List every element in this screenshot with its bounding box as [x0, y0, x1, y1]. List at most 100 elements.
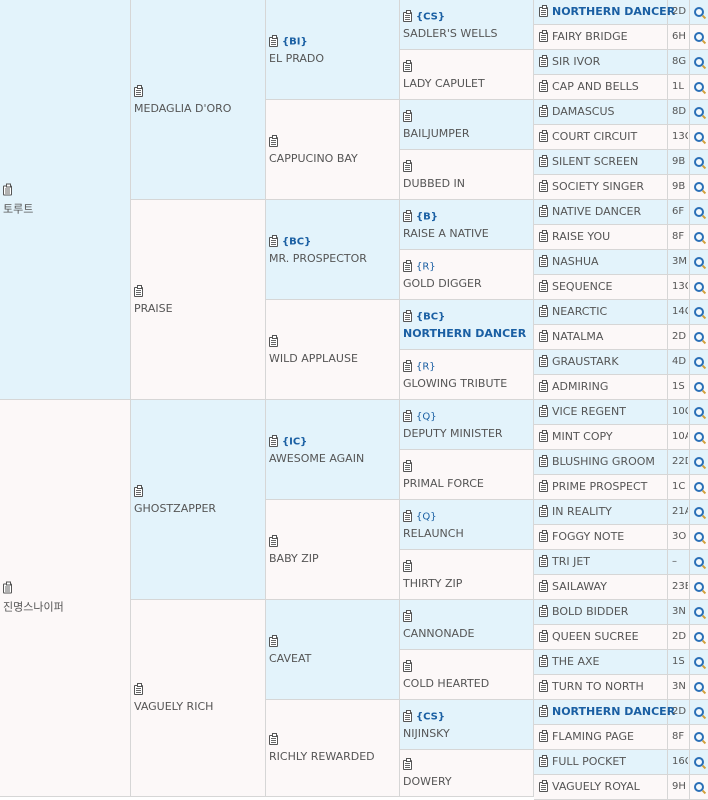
horse-name-link[interactable]: 토루트: [3, 200, 128, 216]
clipboard-icon[interactable]: [539, 105, 548, 117]
clipboard-icon[interactable]: [269, 34, 278, 47]
magnifier-icon[interactable]: [694, 57, 704, 67]
horse-name-cell[interactable]: FAIRY BRIDGE: [534, 25, 668, 50]
horse-name-cell[interactable]: NATIVE DANCER: [534, 200, 668, 225]
horse-name-cell[interactable]: NATALMA: [534, 325, 668, 350]
search-cell[interactable]: [690, 125, 708, 150]
horse-name-link[interactable]: DOWERY: [403, 775, 531, 788]
horse-name-link[interactable]: CAP AND BELLS: [552, 80, 639, 93]
clipboard-icon[interactable]: [403, 359, 412, 372]
clipboard-icon[interactable]: [539, 455, 548, 467]
horse-name-link[interactable]: LADY CAPULET: [403, 77, 531, 90]
clipboard-icon[interactable]: [539, 405, 548, 417]
horse-name-link[interactable]: TRI JET: [552, 555, 590, 568]
horse-name-link[interactable]: BAILJUMPER: [403, 127, 531, 140]
search-cell[interactable]: [690, 375, 708, 400]
magnifier-icon[interactable]: [694, 232, 704, 242]
pedigree-cell-gen2[interactable]: MEDAGLIA D'ORO: [131, 0, 266, 200]
magnifier-icon[interactable]: [694, 157, 704, 167]
horse-name-link[interactable]: GRAUSTARK: [552, 355, 619, 368]
pedigree-cell-gen4[interactable]: {CS} SADLER'S WELLS: [400, 0, 534, 50]
clipboard-icon[interactable]: [269, 733, 278, 745]
clipboard-icon[interactable]: [539, 755, 548, 767]
horse-name-cell[interactable]: TURN TO NORTH: [534, 675, 668, 700]
clipboard-icon[interactable]: [269, 334, 278, 347]
horse-name-cell[interactable]: RAISE YOU: [534, 225, 668, 250]
clipboard-icon[interactable]: [539, 530, 548, 542]
horse-name-link[interactable]: THIRTY ZIP: [403, 577, 531, 590]
search-cell[interactable]: [690, 300, 708, 325]
clipboard-icon[interactable]: [539, 380, 548, 392]
magnifier-icon[interactable]: [694, 282, 704, 292]
clipboard-icon[interactable]: [403, 459, 412, 472]
horse-name-link[interactable]: SADLER'S WELLS: [403, 27, 531, 40]
clipboard-icon[interactable]: [539, 580, 548, 592]
clipboard-icon[interactable]: [539, 330, 548, 342]
horse-name-cell[interactable]: SAILAWAY: [534, 575, 668, 600]
search-cell[interactable]: [690, 25, 708, 50]
clipboard-icon[interactable]: [403, 9, 412, 22]
magnifier-icon[interactable]: [694, 532, 704, 542]
search-cell[interactable]: [690, 775, 708, 800]
search-cell[interactable]: [690, 175, 708, 200]
clipboard-icon[interactable]: [539, 180, 548, 192]
horse-name-cell[interactable]: NORTHERN DANCER: [534, 0, 675, 25]
pedigree-cell-gen3[interactable]: CAPPUCINO BAY: [266, 100, 400, 200]
clipboard-icon[interactable]: [269, 434, 278, 447]
pedigree-cell-gen3[interactable]: {IC} AWESOME AGAIN: [266, 400, 400, 500]
magnifier-icon[interactable]: [694, 132, 704, 142]
horse-name-link[interactable]: SIR IVOR: [552, 55, 600, 68]
clipboard-icon[interactable]: [403, 609, 412, 622]
horse-name-cell[interactable]: NORTHERN DANCER: [534, 700, 675, 725]
horse-name-cell[interactable]: CAP AND BELLS: [534, 75, 668, 100]
search-cell[interactable]: [690, 750, 708, 775]
horse-name-link[interactable]: NATIVE DANCER: [552, 205, 641, 218]
magnifier-icon[interactable]: [694, 457, 704, 467]
horse-name-cell[interactable]: GRAUSTARK: [534, 350, 668, 375]
pedigree-cell-gen2[interactable]: VAGUELY RICH: [131, 600, 266, 797]
horse-name-link[interactable]: FULL POCKET: [552, 755, 626, 768]
horse-name-link[interactable]: GOLD DIGGER: [403, 277, 531, 290]
clipboard-icon[interactable]: [403, 409, 412, 422]
horse-name-link[interactable]: DAMASCUS: [552, 105, 615, 118]
magnifier-icon[interactable]: [694, 32, 704, 42]
clipboard-icon[interactable]: [403, 209, 412, 222]
horse-name-cell[interactable]: DAMASCUS: [534, 100, 668, 125]
clipboard-icon[interactable]: [269, 634, 278, 647]
clipboard-icon[interactable]: [539, 655, 548, 667]
magnifier-icon[interactable]: [694, 432, 704, 442]
horse-name-link[interactable]: NORTHERN DANCER: [403, 327, 531, 340]
horse-name-link[interactable]: PRAISE: [134, 302, 263, 315]
search-cell[interactable]: [690, 0, 708, 25]
clipboard-icon[interactable]: [539, 505, 548, 517]
pedigree-cell-gen4[interactable]: {B} RAISE A NATIVE: [400, 200, 534, 250]
pedigree-cell-gen4[interactable]: {Q} RELAUNCH: [400, 500, 534, 550]
horse-name-link[interactable]: NIJINSKY: [403, 727, 531, 740]
pedigree-cell-gen3[interactable]: BABY ZIP: [266, 500, 400, 600]
clipboard-icon[interactable]: [134, 484, 143, 497]
magnifier-icon[interactable]: [694, 482, 704, 492]
horse-name-link[interactable]: VAGUELY RICH: [134, 700, 263, 713]
horse-name-link[interactable]: MINT COPY: [552, 430, 613, 443]
pedigree-cell-gen1[interactable]: 진명스나이퍼: [0, 400, 131, 797]
horse-name-cell[interactable]: FOGGY NOTE: [534, 525, 668, 550]
horse-name-link[interactable]: RAISE A NATIVE: [403, 227, 531, 240]
clipboard-icon[interactable]: [403, 59, 412, 72]
search-cell[interactable]: [690, 350, 708, 375]
magnifier-icon[interactable]: [694, 632, 704, 642]
horse-name-cell[interactable]: ADMIRING: [534, 375, 668, 400]
clipboard-icon[interactable]: [539, 705, 548, 717]
search-cell[interactable]: [690, 600, 708, 625]
magnifier-icon[interactable]: [694, 357, 704, 367]
clipboard-icon[interactable]: [539, 730, 548, 742]
pedigree-cell-gen4[interactable]: {R} GOLD DIGGER: [400, 250, 534, 300]
magnifier-icon[interactable]: [694, 507, 704, 517]
magnifier-icon[interactable]: [694, 782, 704, 792]
search-cell[interactable]: [690, 250, 708, 275]
horse-name-link[interactable]: FLAMING PAGE: [552, 730, 634, 743]
clipboard-icon[interactable]: [539, 55, 548, 67]
horse-name-cell[interactable]: QUEEN SUCREE: [534, 625, 668, 650]
pedigree-cell-gen3[interactable]: RICHLY REWARDED: [266, 700, 400, 797]
clipboard-icon[interactable]: [403, 159, 412, 172]
pedigree-cell-gen4[interactable]: LADY CAPULET: [400, 50, 534, 100]
